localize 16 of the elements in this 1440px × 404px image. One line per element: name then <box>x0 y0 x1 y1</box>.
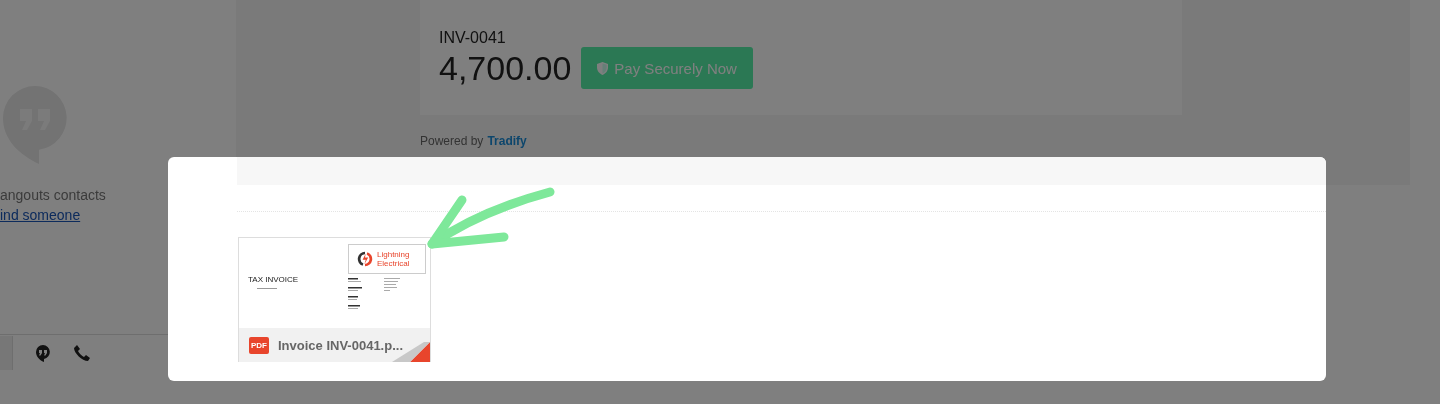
powered-by-text: Powered by <box>420 134 484 148</box>
invoice-amount: 4,700.00 <box>439 48 572 89</box>
shield-icon <box>597 61 609 75</box>
quote-icon[interactable] <box>35 344 51 362</box>
company-name: Electrical <box>377 259 410 268</box>
file-type-badge: PDF <box>249 336 269 354</box>
text-lines-drawing <box>257 287 277 290</box>
file-name: Invoice INV-0041.p... <box>278 337 403 353</box>
document-title: TAX INVOICE <box>248 275 300 284</box>
lightning-logo-icon <box>357 251 373 267</box>
invoice-number: INV-0041 <box>439 29 507 47</box>
phone-icon[interactable] <box>73 344 91 362</box>
company-name: Lightning <box>377 250 410 259</box>
contacts-text: angouts contacts <box>0 186 107 204</box>
attachment-card[interactable]: TAX INVOICE Lightning Electrical PDF Invoice INV-0041.p... <box>238 237 431 362</box>
brand-link[interactable]: Tradify <box>487 134 527 148</box>
